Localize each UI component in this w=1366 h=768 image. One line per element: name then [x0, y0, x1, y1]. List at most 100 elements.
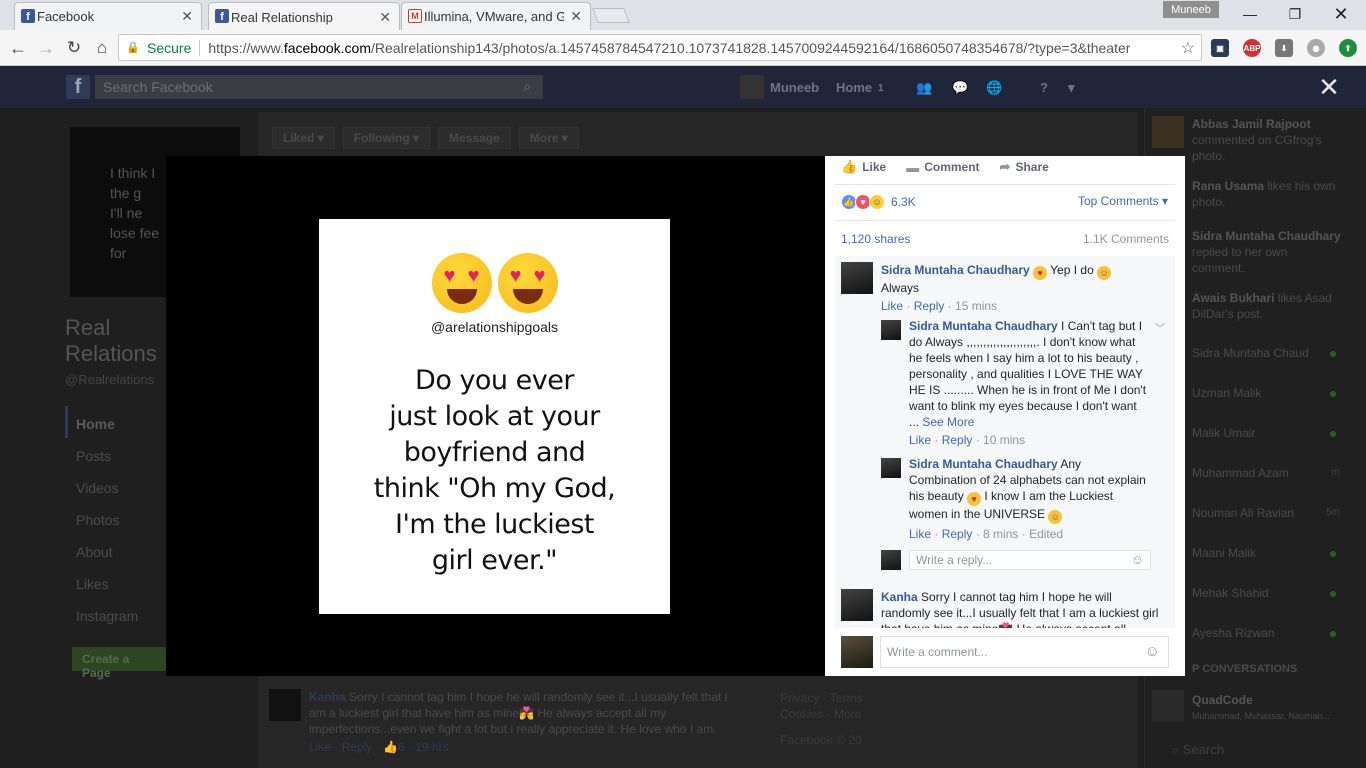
liked-button[interactable]: Liked ▾ [272, 127, 335, 149]
like-link[interactable]: Like [909, 527, 931, 541]
bookmark-star-icon[interactable]: ☆ [1181, 38, 1195, 58]
back-icon[interactable]: ← [6, 36, 30, 60]
address-bar[interactable]: 🔒 Secure https://www.facebook.com/Realre… [118, 34, 1202, 61]
like-button[interactable]: 👍 Like [841, 159, 886, 175]
photo-image[interactable]: ♥ ♥ ♥ ♥ @arelationshipgoals Do you ever ju… [319, 219, 670, 614]
chat-contact[interactable]: Nouman Ali Ravian 5m [1192, 506, 1342, 524]
adblock-plus-icon[interactable]: ABP [1243, 39, 1261, 57]
notifications-icon[interactable]: 🌐 [986, 80, 1002, 96]
message-button[interactable]: Message [438, 127, 511, 149]
messages-icon[interactable]: 💬 [952, 80, 968, 96]
profile-chip[interactable]: Muneeb [1163, 1, 1219, 18]
ticker-item[interactable]: Awais Bukhari likes Asad DilDar's post. [1192, 290, 1342, 322]
chat-contact[interactable]: Ayesha Rizwan [1192, 626, 1342, 644]
extension-shield-icon[interactable]: ▣ [1211, 39, 1229, 57]
tab-close-icon[interactable]: ✕ [570, 8, 582, 25]
reload-icon[interactable]: ↻ [62, 36, 86, 60]
comment-time[interactable]: 19 hrs [415, 740, 448, 754]
avatar[interactable] [1152, 116, 1184, 148]
chat-contact[interactable]: Muhammad Azam m [1192, 466, 1342, 484]
avatar[interactable] [1152, 690, 1184, 722]
chat-contact[interactable]: Uzman Malik [1192, 386, 1342, 404]
edited-label[interactable]: Edited [1029, 527, 1063, 541]
comment-button[interactable]: ▬ Comment [906, 159, 979, 175]
avatar[interactable] [740, 75, 764, 99]
avatar[interactable] [841, 589, 873, 621]
chat-contact[interactable]: Malik Umair [1192, 426, 1342, 444]
shares-link[interactable]: 1,120 shares [841, 232, 910, 246]
emoji-picker-icon[interactable]: ☺ [1131, 552, 1144, 567]
facebook-logo-icon[interactable]: f [66, 75, 90, 99]
nav-about[interactable]: About [76, 544, 138, 576]
ticker-item[interactable]: Sidra Muntaha Chaudhary replied to her o… [1192, 228, 1342, 276]
tab-real-relationship[interactable]: f Real Relationship ✕ [208, 2, 400, 31]
following-button[interactable]: Following ▾ [342, 127, 431, 149]
avatar[interactable] [881, 458, 901, 478]
extension-arrow-icon[interactable]: ⬆ [1339, 39, 1357, 57]
page-title[interactable]: Real Relations [65, 315, 157, 367]
comment-time[interactable]: 10 mins [983, 433, 1025, 447]
like-link[interactable]: Like [309, 740, 331, 754]
avatar[interactable] [841, 262, 873, 294]
account-menu-icon[interactable]: ▾ [1068, 80, 1075, 96]
search-icon[interactable]: ⌕ [523, 78, 531, 95]
reply-link[interactable]: Reply [342, 740, 373, 754]
tab-close-icon[interactable]: ✕ [181, 8, 193, 25]
nav-posts[interactable]: Posts [76, 448, 138, 480]
nav-videos[interactable]: Videos [76, 480, 138, 512]
new-tab-button[interactable] [592, 8, 630, 23]
comment-input[interactable]: Write a comment... ☺ [880, 636, 1169, 668]
comment-sort-dropdown[interactable]: Top Comments ▾ [1078, 194, 1168, 208]
facebook-search-input[interactable]: Search Facebook ⌕ [95, 75, 543, 99]
like-link[interactable]: Like [881, 299, 903, 313]
reaction-summary[interactable]: 👍 ♥ ☺ 6.3K [841, 194, 916, 210]
help-icon[interactable]: ? [1040, 80, 1048, 95]
header-user-link[interactable]: Muneeb [770, 80, 819, 95]
comment-time[interactable]: 15 mins [955, 299, 997, 313]
close-theater-icon[interactable]: ✕ [1316, 72, 1342, 102]
comment-count[interactable]: 1.1K Comments [1083, 232, 1169, 246]
tab-gmail[interactable]: M Illumina, VMware, and G ✕ [401, 2, 591, 30]
forward-icon[interactable]: → [34, 36, 58, 60]
like-link[interactable]: Like [909, 433, 931, 447]
extension-globe-icon[interactable]: ◉ [1307, 39, 1325, 57]
tab-close-icon[interactable]: ✕ [379, 9, 391, 26]
share-button[interactable]: ➦ Share [1000, 159, 1049, 175]
see-more-link[interactable]: See More [922, 415, 974, 429]
nav-home[interactable]: Home [76, 416, 138, 448]
comment-time[interactable]: 8 mins [983, 527, 1018, 541]
chat-search-input[interactable]: ⌕ Search [1172, 742, 1224, 758]
minimize-icon[interactable]: — [1230, 2, 1270, 26]
create-page-button[interactable]: Create a Page [72, 647, 168, 680]
chat-contact[interactable]: Mehak Shahid [1192, 586, 1342, 604]
chevron-down-icon[interactable]: ﹀ [1155, 320, 1165, 335]
avatar[interactable] [269, 689, 301, 721]
nav-photos[interactable]: Photos [76, 512, 138, 544]
more-button[interactable]: More ▾ [518, 127, 579, 149]
footer-line[interactable]: Privacy · Terms [780, 690, 862, 706]
reply-input[interactable]: Write a reply... ☺ [909, 550, 1151, 570]
avatar[interactable] [841, 636, 873, 668]
download-extension-icon[interactable]: ⬇ [1275, 39, 1293, 57]
window-close-icon[interactable]: ✕ [1321, 2, 1361, 26]
reply-link[interactable]: Reply [942, 433, 973, 447]
restore-icon[interactable]: ❐ [1275, 2, 1315, 26]
friend-requests-icon[interactable]: 👥 [916, 80, 932, 96]
nav-instagram[interactable]: Instagram [76, 608, 138, 640]
page-handle[interactable]: @Realrelations [65, 372, 154, 387]
reply-link[interactable]: Reply [942, 527, 973, 541]
header-home-link[interactable]: Home [836, 80, 872, 95]
footer-line[interactable]: Cookies · More [780, 706, 862, 722]
ticker-item[interactable]: Rana Usama likes his own photo. [1192, 178, 1342, 210]
comment-author[interactable]: Sidra Muntaha Chaudhary [909, 319, 1058, 333]
avatar[interactable] [881, 550, 901, 570]
chat-contact[interactable]: Maani Malik [1192, 546, 1342, 564]
ticker-item[interactable]: Abbas Jamil Rajpoot commented on CGfrog'… [1192, 116, 1342, 164]
comment-author[interactable]: Kanha [881, 590, 918, 604]
comment-author[interactable]: Kanha [309, 690, 346, 704]
comment-author[interactable]: Sidra Muntaha Chaudhary [909, 457, 1058, 471]
home-icon[interactable]: ⌂ [90, 36, 114, 60]
chat-contact[interactable]: Sidra Muntaha Chaud [1192, 346, 1342, 364]
tab-facebook[interactable]: f Facebook ✕ [14, 2, 202, 30]
group-conversation[interactable]: QuadCode Muhammad, Muhassar, Nauman... [1192, 692, 1342, 724]
